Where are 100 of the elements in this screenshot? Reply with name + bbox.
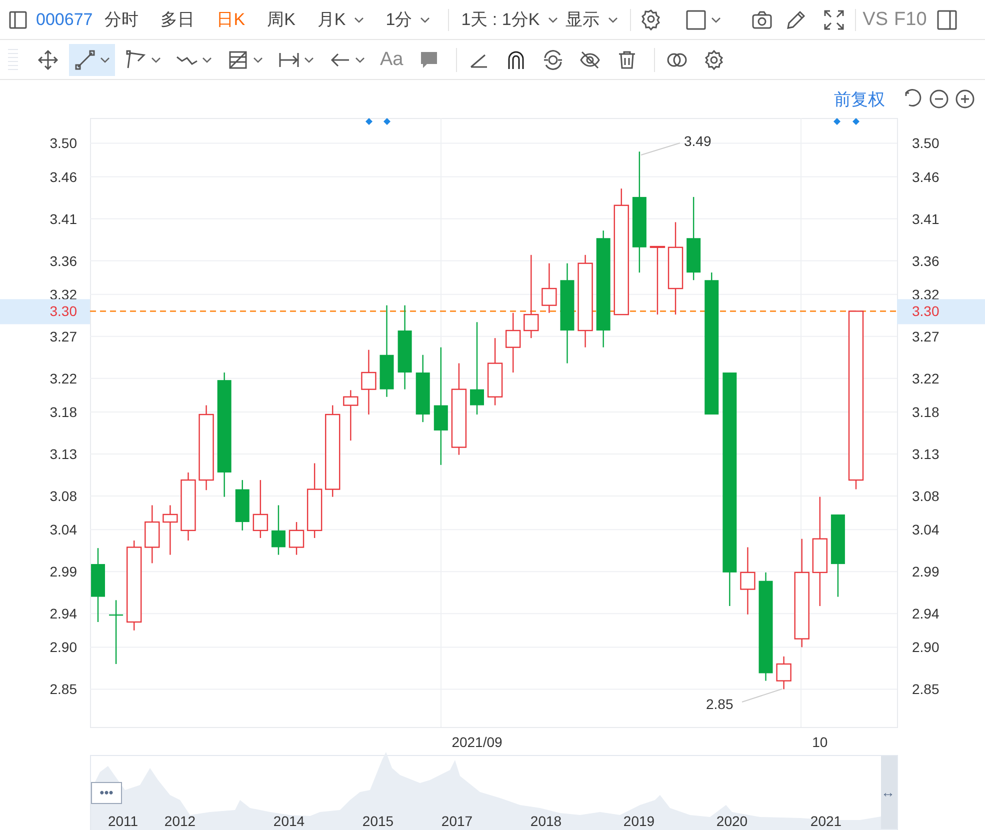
y-axis-label: 2.85: [50, 681, 77, 698]
y-axis-label: 2.94: [50, 606, 77, 622]
candle: [180, 472, 196, 541]
candle: [542, 263, 557, 313]
y-axis-label: 2.94: [912, 606, 940, 622]
price-label: 3.30: [0, 299, 90, 324]
period-tab[interactable]: 月K: [309, 4, 372, 34]
diamond-icon: [384, 118, 390, 125]
fibonacci-icon: [227, 48, 249, 70]
candle: [361, 350, 376, 415]
diamond-icon: [852, 118, 860, 125]
candle: [271, 505, 286, 555]
year-label: 2019: [623, 813, 655, 829]
y-axis-label: 3.41: [912, 210, 940, 227]
panel-icon[interactable]: [936, 8, 958, 30]
undo-icon[interactable]: [903, 89, 923, 109]
caret-icon: [710, 16, 721, 22]
f10-button[interactable]: F10: [891, 4, 930, 34]
candle: [343, 390, 358, 441]
y-axis-label: 3.41: [50, 210, 77, 227]
y-axis-label: 3.36: [50, 252, 77, 269]
caret-icon: [548, 16, 558, 22]
compare-button[interactable]: VS: [860, 4, 892, 34]
stock-code: 000677: [36, 10, 93, 30]
more-button[interactable]: •••: [91, 782, 122, 804]
candle: [650, 246, 666, 315]
diamond-icon: [834, 118, 840, 125]
y-axis-label: 3.08: [912, 488, 940, 504]
y-axis-label: 2.99: [50, 564, 77, 580]
y-axis-label: 3.46: [50, 168, 77, 185]
candle: [740, 547, 756, 614]
move-icon: [37, 48, 59, 70]
year-label: 2011: [108, 813, 138, 829]
zoom-out-icon[interactable]: [929, 89, 949, 109]
y-axis-label: 3.13: [50, 446, 77, 462]
leader-line: [742, 688, 782, 702]
settings-icon: [703, 48, 726, 70]
x-axis-label: 10: [812, 734, 828, 750]
diamond-icon: [366, 118, 372, 125]
camera-icon[interactable]: [750, 8, 773, 30]
period-tab[interactable]: 1分: [378, 4, 438, 34]
y-axis-label: 2.90: [50, 639, 77, 656]
year-label: 2012: [164, 813, 196, 829]
caret-icon: [608, 16, 618, 22]
sidebar-toggle-icon[interactable]: [8, 10, 28, 30]
y-axis-label: 3.46: [912, 168, 940, 185]
low-price-label: 2.85: [706, 696, 734, 712]
period-tab[interactable]: 分时: [96, 4, 147, 34]
y-axis-label: 3.04: [50, 522, 77, 538]
adjust-link[interactable]: 前复权: [834, 88, 885, 110]
y-axis-label: 3.18: [912, 404, 940, 420]
text-tool-button[interactable]: Aa: [375, 44, 408, 76]
display-dropdown[interactable]: 显示: [566, 4, 626, 34]
y-axis-label: 2.90: [912, 639, 940, 656]
y-axis-label: 3.50: [912, 135, 940, 152]
y-axis-label: 3.50: [50, 135, 77, 152]
y-axis-label: 3.04: [912, 522, 940, 538]
line-tool-icon: [74, 48, 96, 70]
candle: [487, 338, 503, 406]
year-label: 2015: [362, 813, 394, 829]
candle: [506, 312, 521, 373]
high-price-label: 3.49: [684, 133, 712, 149]
line-tool-button[interactable]: [69, 44, 115, 76]
year-label: 2017: [441, 813, 473, 829]
pencil-icon[interactable]: [784, 8, 807, 30]
settings-icon[interactable]: [640, 8, 663, 30]
year-label: 2018: [530, 813, 562, 829]
y-axis-label: 2.85: [912, 681, 940, 698]
x-axis-label: 2021/09: [452, 734, 502, 750]
price-label: 3.30: [897, 299, 985, 324]
y-axis-label: 2.99: [912, 564, 940, 580]
candle: [109, 600, 124, 664]
candle: [776, 656, 792, 690]
range-dropdown[interactable]: 1天 : 1分K: [453, 4, 566, 34]
fullscreen-icon[interactable]: [822, 8, 845, 30]
leader-line: [640, 142, 680, 156]
y-axis-label: 3.27: [912, 328, 940, 344]
candle: [416, 354, 430, 422]
candle: [288, 522, 304, 555]
eye-hidden-icon: [579, 48, 602, 70]
year-label: 2021: [810, 813, 842, 829]
y-axis-label: 3.27: [50, 328, 77, 344]
y-axis-label: 3.18: [50, 404, 77, 420]
candle: [235, 480, 250, 530]
polyline-icon: [125, 48, 147, 70]
square-icon[interactable]: [684, 8, 707, 30]
y-axis-label: 3.08: [50, 488, 77, 504]
candle: [162, 505, 178, 555]
period-tab[interactable]: 周K: [259, 4, 304, 34]
ref-line-label: 3.30: [50, 303, 78, 320]
y-axis-label: 3.13: [912, 446, 940, 462]
y-axis-label: 3.36: [912, 252, 940, 269]
candle: [144, 505, 160, 564]
year-label: 2014: [273, 813, 305, 829]
resize-handle[interactable]: ↔: [881, 784, 895, 800]
year-label: 2020: [716, 813, 748, 829]
y-axis-label: 3.22: [912, 370, 940, 386]
period-tab[interactable]: 多日: [152, 4, 203, 34]
y-axis-label: 3.22: [50, 370, 77, 386]
zoom-in-icon[interactable]: [955, 89, 975, 109]
